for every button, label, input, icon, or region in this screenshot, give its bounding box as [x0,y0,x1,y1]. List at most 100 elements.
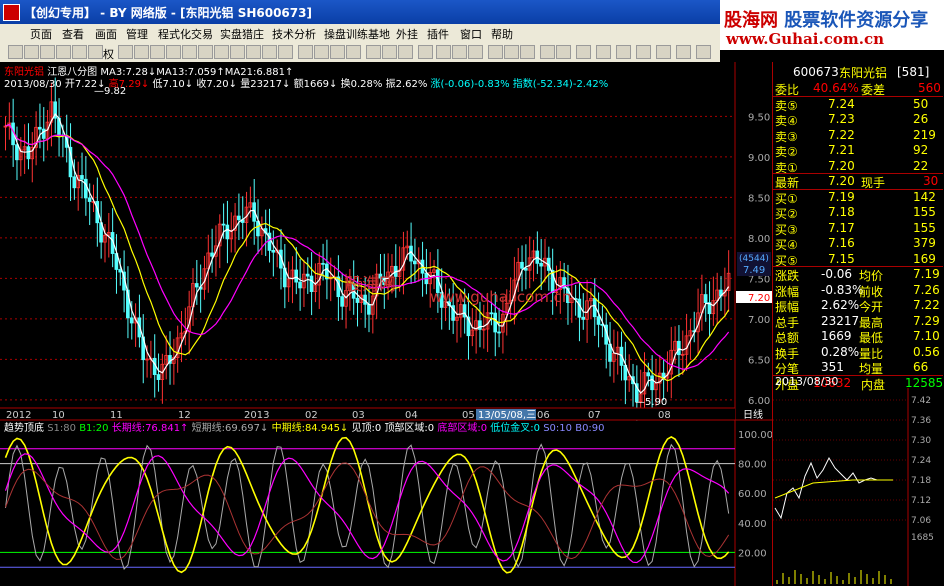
candle-body [26,146,31,160]
toolbar-button-24[interactable] [398,45,413,59]
mini-axis-label: 7.06 [911,516,931,526]
toolbar-button-28[interactable] [468,45,483,59]
bid-price: 7.19 [828,189,855,204]
candle-body [15,144,19,161]
candle-body [520,261,524,269]
time-tick-label: 08 [658,410,671,421]
toolbar-button-17[interactable] [278,45,293,59]
menu-training[interactable]: 操盘训练基地 [324,26,390,42]
toolbar-button-34[interactable] [576,45,591,59]
toolbar-button-15[interactable] [246,45,261,59]
price-tick-label: 6.50 [748,355,770,366]
menu-program-trading[interactable]: 程式化交易 [158,26,213,42]
latest-value: 7.20 [828,174,855,188]
ind-axis-label: 100.00 [738,430,772,441]
toolbar-button-27[interactable] [452,45,467,59]
toolbar-button-13[interactable] [214,45,229,59]
stat-row: 总额 1669 最低 7.10 [773,329,943,345]
menu-help[interactable]: 帮助 [491,26,513,42]
toolbar-button-40[interactable] [696,45,711,59]
stat-label-2: 最高 [859,315,884,330]
bid-vol: 142 [913,189,936,204]
toolbar-button-22[interactable] [366,45,381,59]
stat-value-2: 0.56 [913,344,940,359]
toolbar-button-18[interactable] [298,45,313,59]
toolbar-button-29[interactable] [488,45,503,59]
candle-body [72,176,77,189]
ask-label: 卖⑤ [775,98,798,113]
toolbar-button-14[interactable] [230,45,245,59]
toolbar-button-35[interactable] [596,45,611,59]
low-mark: —5.90 [635,397,667,408]
ask-row: 卖③ 7.22 219 [773,127,943,144]
toolbar-button-6[interactable] [88,45,103,59]
toolbar-button-1[interactable] [8,45,23,59]
stat-value-1: 23217 [821,313,860,328]
ask-row: 卖① 7.20 22 [773,159,943,175]
menu-manage[interactable]: 管理 [126,26,148,42]
toolbar-button-38[interactable] [656,45,671,59]
menu-page[interactable]: 页面 [30,26,52,42]
app-icon[interactable] [3,4,20,21]
quote-badge: [581] [897,65,930,79]
menu-hunt[interactable]: 实盘猎庄 [220,26,264,42]
counter-value: 7.49 [743,265,765,276]
toolbar-right-label[interactable]: 权 [103,46,114,62]
weicha-value: 560 [918,81,941,95]
candle-body [87,197,92,202]
toolbar-button-8[interactable] [134,45,149,59]
toolbar-button-37[interactable] [636,45,651,59]
candle-body [321,262,325,265]
toolbar-button-36[interactable] [616,45,631,59]
stat-value-1: -0.06 [821,267,853,281]
stat-label-2: 量比 [859,346,884,361]
toolbar-button-23[interactable] [382,45,397,59]
daily-label: 日线 [743,408,763,421]
toolbar-button-20[interactable] [330,45,345,59]
latest-row: 最新 7.20 现手 30 [773,174,943,190]
toolbar-button-16[interactable] [262,45,277,59]
toolbar-button-3[interactable] [40,45,55,59]
low: 低7.10↓ [152,79,194,90]
menu-plugin-ext[interactable]: 外挂 [396,26,418,42]
toolbar-button-4[interactable] [56,45,71,59]
candle-body [577,298,582,318]
toolbar: 权 [0,43,720,63]
stat-label-2: 今开 [859,300,884,314]
toolbar-button-7[interactable] [118,45,133,59]
menu-tech-analysis[interactable]: 技术分析 [272,26,316,42]
toolbar-button-31[interactable] [520,45,535,59]
toolbar-button-39[interactable] [676,45,691,59]
ind-name: 趋势顶底 [4,423,44,434]
ask-label: 卖④ [775,114,798,128]
candle-body [298,281,302,289]
ind-s1: S1:80 [47,423,76,434]
toolbar-button-12[interactable] [198,45,213,59]
toolbar-button-9[interactable] [150,45,165,59]
toolbar-button-25[interactable] [418,45,433,59]
toolbar-button-19[interactable] [314,45,329,59]
bid-label: 买② [775,207,798,221]
toolbar-button-10[interactable] [166,45,181,59]
toolbar-button-33[interactable] [556,45,571,59]
ind-mid: 中期线:84.945↓ [271,423,349,434]
bid-vol: 155 [913,220,936,235]
toolbar-button-30[interactable] [504,45,519,59]
toolbar-button-5[interactable] [72,45,87,59]
toolbar-button-32[interactable] [540,45,555,59]
toolbar-button-26[interactable] [436,45,451,59]
stat-label-1: 换手 [775,346,800,361]
menu-canvas[interactable]: 画面 [95,26,117,42]
menu-plugin[interactable]: 插件 [427,26,449,42]
chart-area[interactable]: 9.50 9.00 8.50 8.00 7.50 7.00 6.50 6.00 —9.82 —5.… [0,62,772,586]
toolbar-button-21[interactable] [346,45,361,59]
counter-label: (4544) [739,254,769,264]
menu-window[interactable]: 窗口 [460,26,482,42]
menu-view[interactable]: 查看 [62,26,84,42]
toolbar-button-2[interactable] [24,45,39,59]
ind-b1: B1:20 [79,423,109,434]
ask-price: 7.22 [828,127,855,142]
overlay-watermark-cn: 股海网 [345,275,396,295]
candle-body [194,283,199,288]
toolbar-button-11[interactable] [182,45,197,59]
